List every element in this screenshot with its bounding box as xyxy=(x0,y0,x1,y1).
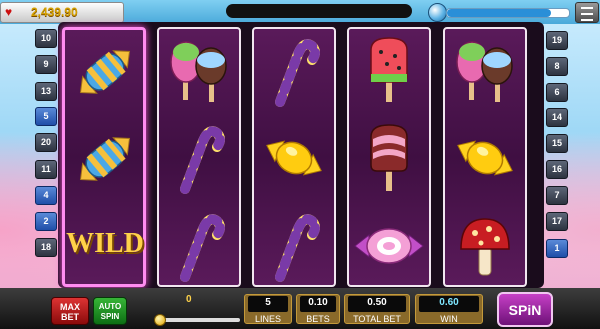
popsicle-pair-symbol xyxy=(445,30,525,112)
balance-display: ♥ 2,439.90 xyxy=(0,2,124,23)
yellow-wrapped-candy-symbol xyxy=(445,117,525,199)
total-bet-value: 0.50 xyxy=(367,297,387,308)
wild-symbol: WILD xyxy=(65,206,145,288)
spin-button[interactable]: SPiN xyxy=(497,292,553,327)
balance-value: 2,439.90 xyxy=(31,5,78,19)
max-bet-label-line1: MAX xyxy=(60,302,80,312)
bets-label: BETS xyxy=(306,314,330,324)
auto-spin-label-line1: AUTO xyxy=(98,302,122,311)
payline-right-19[interactable]: 19 xyxy=(546,31,568,50)
payline-left-20[interactable]: 20 xyxy=(35,133,57,152)
bets-value: 0.10 xyxy=(308,297,328,308)
win-label: WIN xyxy=(440,314,458,324)
payline-right-15[interactable]: 15 xyxy=(546,134,568,153)
bet-slider-track[interactable] xyxy=(156,318,240,322)
xp-fill xyxy=(447,9,551,17)
candy-cane-symbol xyxy=(254,205,334,287)
lines-label: LINES xyxy=(254,314,281,324)
chocolate-popsicle-symbol xyxy=(349,117,429,199)
payline-right-16[interactable]: 16 xyxy=(546,160,568,179)
blue-wrapped-candy-symbol xyxy=(65,31,145,113)
reel-3 xyxy=(252,27,336,287)
payline-right-14[interactable]: 14 xyxy=(546,108,568,127)
total-bet-label: TOTAL BET xyxy=(353,314,401,324)
wild-label: WILD xyxy=(66,228,144,259)
pink-swirl-candy-symbol xyxy=(349,205,429,287)
total-bet-box: 0.50 TOTAL BET xyxy=(344,294,410,324)
payline-left-18[interactable]: 18 xyxy=(35,238,57,257)
payline-right-17[interactable]: 17 xyxy=(546,212,568,231)
payline-right-7[interactable]: 7 xyxy=(546,186,568,205)
candy-cane-symbol xyxy=(159,117,239,199)
xp-orb-icon xyxy=(428,3,447,22)
auto-spin-button[interactable]: AUTO SPIN xyxy=(93,297,127,325)
max-bet-label-line2: BET xyxy=(61,312,79,322)
bet-slider-knob[interactable] xyxy=(154,314,166,326)
payline-left-2[interactable]: 2 xyxy=(35,212,57,231)
bets-box[interactable]: 0.10 BETS xyxy=(296,294,340,324)
slider-value: 0 xyxy=(186,294,192,305)
payline-left-4[interactable]: 4 xyxy=(35,186,57,205)
payline-right-1[interactable]: 1 xyxy=(546,239,568,258)
heart-coin-icon: ♥ xyxy=(5,5,13,19)
candy-cane-symbol xyxy=(159,205,239,287)
payline-right-8[interactable]: 8 xyxy=(546,57,568,76)
win-box: 0.60 WIN xyxy=(415,294,483,324)
xp-track xyxy=(446,8,570,18)
reel-5 xyxy=(443,27,527,287)
watermelon-popsicle-symbol xyxy=(349,30,429,112)
payline-left-5[interactable]: 5 xyxy=(35,107,57,126)
payline-left-13[interactable]: 13 xyxy=(35,82,57,101)
lines-box[interactable]: 5 LINES xyxy=(244,294,292,324)
red-mushroom-symbol xyxy=(445,205,525,287)
hamburger-menu-icon[interactable] xyxy=(575,2,599,23)
payline-left-9[interactable]: 9 xyxy=(35,55,57,74)
max-bet-button[interactable]: MAX BET xyxy=(51,297,89,325)
win-value: 0.60 xyxy=(439,297,459,308)
message-bar xyxy=(226,4,412,18)
payline-right-6[interactable]: 6 xyxy=(546,83,568,102)
reel-4 xyxy=(347,27,431,287)
candy-cane-symbol xyxy=(254,30,334,112)
xp-meter xyxy=(428,3,570,22)
popsicle-pair-symbol xyxy=(159,30,239,112)
lines-value: 5 xyxy=(265,297,271,308)
yellow-wrapped-candy-symbol xyxy=(254,117,334,199)
payline-left-10[interactable]: 10 xyxy=(35,29,57,48)
auto-spin-label-line2: SPIN xyxy=(100,312,120,321)
payline-left-11[interactable]: 11 xyxy=(35,160,57,179)
blue-wrapped-candy-symbol xyxy=(65,118,145,200)
reel-2 xyxy=(157,27,241,287)
reel-1: WILD xyxy=(62,27,146,287)
